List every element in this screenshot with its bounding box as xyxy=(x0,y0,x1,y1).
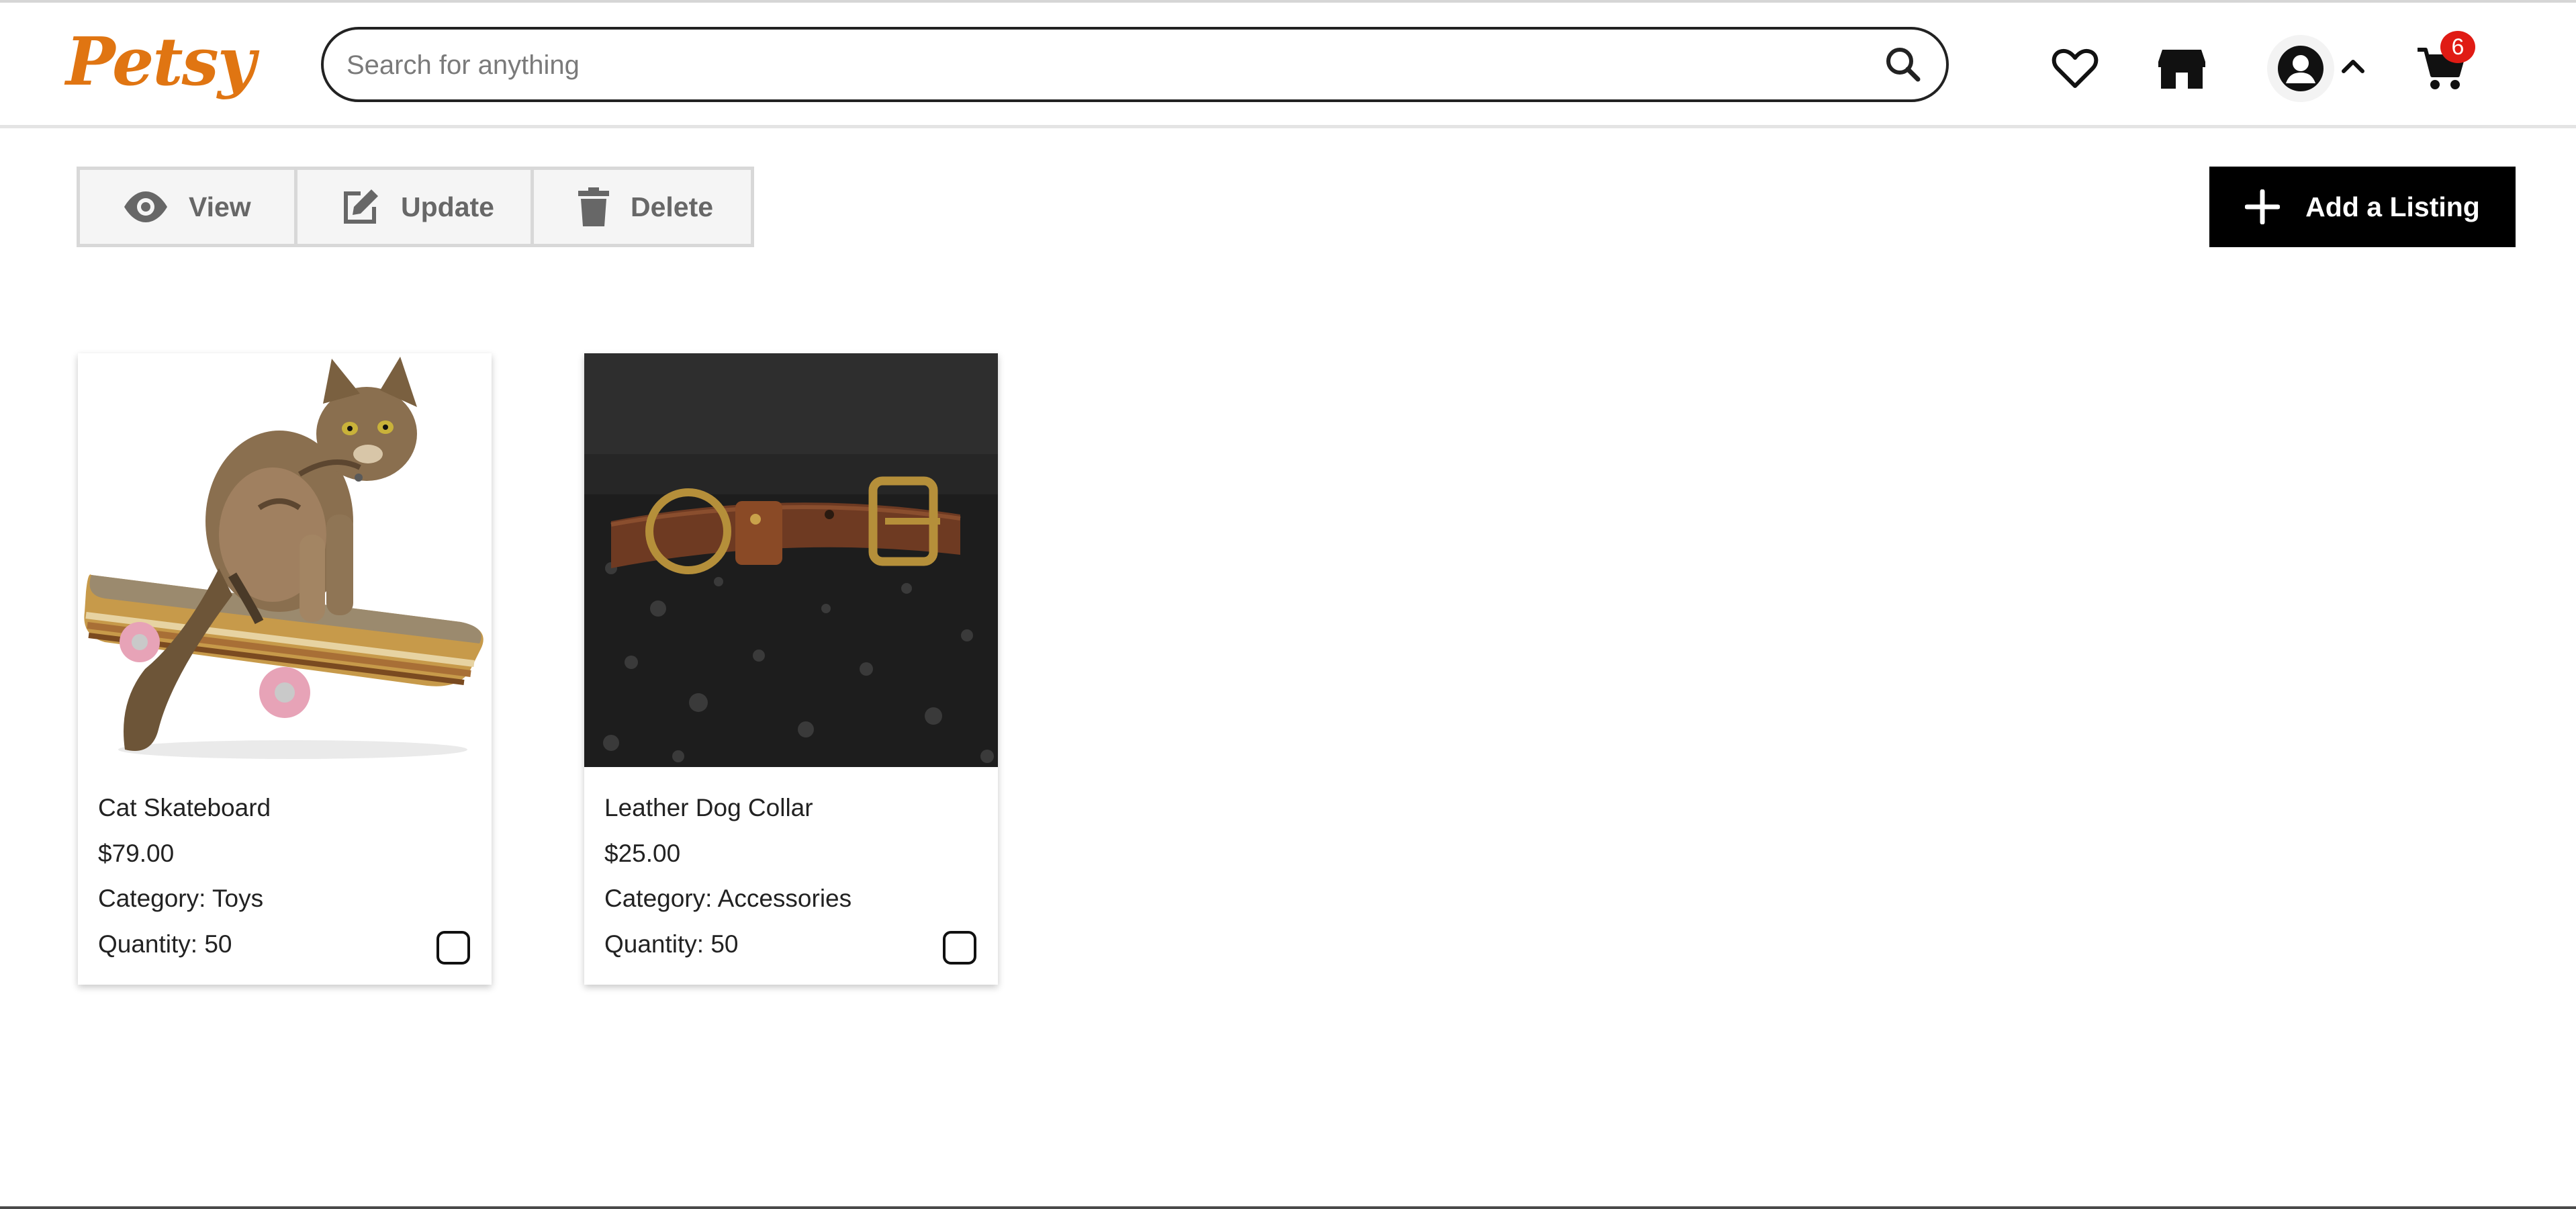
favorites-button[interactable] xyxy=(2051,47,2099,90)
listing-category-label: Category: xyxy=(98,885,206,912)
listing-category-value: Accessories xyxy=(717,885,852,912)
cat-skateboard-picture xyxy=(78,353,492,767)
add-listing-button[interactable]: Add a Listing xyxy=(2209,167,2516,247)
listing-card[interactable]: Leather Dog Collar $25.00 Category: Acce… xyxy=(584,353,998,985)
listing-quantity: Quantity: 50 xyxy=(604,930,739,958)
listing-quantity: Quantity: 50 xyxy=(98,930,232,958)
listing-quantity-label: Quantity: xyxy=(98,930,198,958)
listing-quantity-value: 50 xyxy=(710,930,739,958)
plus-icon xyxy=(2245,189,2281,224)
shop-manager-button[interactable] xyxy=(2157,47,2207,90)
trash-icon xyxy=(578,187,609,226)
listing-category-label: Category: xyxy=(604,885,712,912)
view-button-label: View xyxy=(189,191,251,222)
heart-icon xyxy=(2052,48,2099,88)
listing-quantity-label: Quantity: xyxy=(604,930,704,958)
view-button[interactable]: View xyxy=(80,170,294,244)
petsy-logo[interactable]: Petsy xyxy=(66,30,256,95)
listing-quantity-value: 50 xyxy=(204,930,232,958)
listing-category: Category: Toys xyxy=(98,885,263,913)
listing-category: Category: Accessories xyxy=(604,885,852,913)
bottom-border xyxy=(0,1206,2576,1209)
shop-icon xyxy=(2158,50,2205,89)
listing-category-value: Toys xyxy=(212,885,264,912)
search-input[interactable] xyxy=(345,44,1852,86)
search-icon xyxy=(1886,48,1921,82)
site-header: Petsy Search for anything 6 xyxy=(0,3,2576,128)
listing-select-checkbox[interactable] xyxy=(436,931,470,965)
listing-price: $79.00 xyxy=(98,840,175,867)
update-button-label: Update xyxy=(401,191,494,222)
listing-image-cat-skateboard[interactable] xyxy=(78,353,492,767)
listing-card[interactable]: Cat Skateboard $79.00 Category: Toys Qua… xyxy=(78,353,492,985)
delete-button[interactable]: Delete xyxy=(531,170,751,244)
edit-icon xyxy=(344,189,378,224)
search-button[interactable] xyxy=(1880,42,1927,89)
listing-select-checkbox[interactable] xyxy=(943,931,976,965)
delete-button-label: Delete xyxy=(631,191,714,222)
listing-price: $25.00 xyxy=(604,840,681,867)
eye-icon xyxy=(124,191,167,222)
update-button[interactable]: Update xyxy=(294,170,531,244)
add-listing-label: Add a Listing xyxy=(2305,191,2480,222)
cart-count-badge: 6 xyxy=(2440,31,2475,63)
chevron-up-icon xyxy=(2342,60,2364,73)
search-bar xyxy=(321,27,1949,102)
leather-collar-picture xyxy=(584,353,998,767)
listing-actions-group: View Update Delete xyxy=(77,167,754,247)
listing-image-leather-dog-collar[interactable] xyxy=(584,353,998,767)
listing-title: Leather Dog Collar xyxy=(604,794,813,821)
account-icon xyxy=(2278,46,2324,91)
listing-title: Cat Skateboard xyxy=(98,794,271,821)
account-menu-button[interactable] xyxy=(2267,35,2375,102)
